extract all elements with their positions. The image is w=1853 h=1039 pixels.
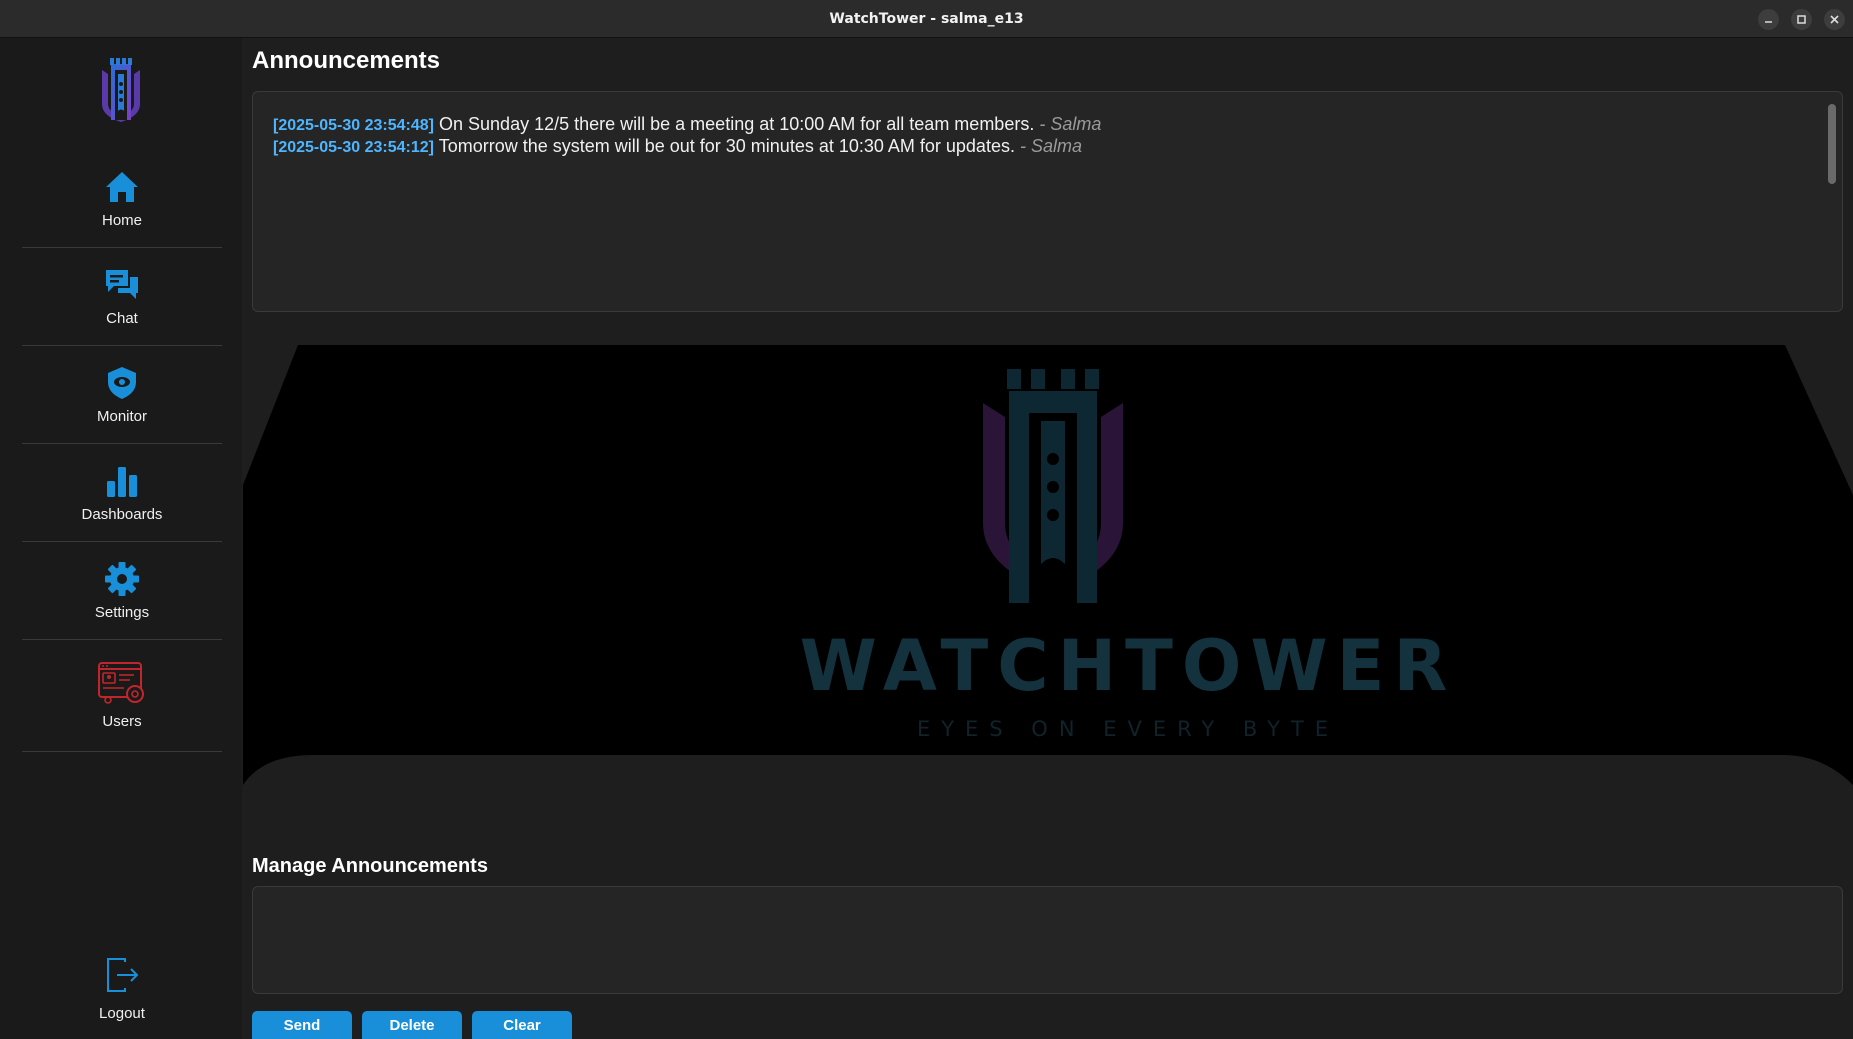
app-window: WatchTower - salma_e13 Home Chat Monitor… [0,0,1853,1039]
window-title: WatchTower - salma_e13 [829,10,1024,27]
maximize-icon [1797,15,1806,24]
announcement-text: On Sunday 12/5 there will be a meeting a… [439,114,1035,134]
announcement-item: [2025-05-30 23:54:12] Tomorrow the syste… [273,136,1101,158]
gear-icon [103,560,141,598]
close-icon [1830,15,1839,24]
maximize-button[interactable] [1791,9,1812,30]
delete-button[interactable]: Delete [362,1011,462,1039]
page-title: Announcements [252,47,441,74]
sidebar-item-label: Home [101,212,142,229]
announcement-author: - Salma [1039,114,1102,134]
announcement-author: - Salma [1019,136,1082,156]
app-logo [98,54,144,124]
announcements-list[interactable]: [2025-05-30 23:54:48] On Sunday 12/5 the… [252,91,1843,312]
bar-chart-icon [103,462,141,500]
logout-label: Logout [99,1005,145,1022]
shield-eye-icon [103,364,141,402]
sidebar-item-label: Dashboards [81,506,163,523]
sidebar-item-dashboards[interactable]: Dashboards [22,444,222,542]
minimize-button[interactable] [1758,9,1779,30]
sidebar: Home Chat Monitor Dashboards Settings Us… [0,38,242,1039]
announcements-scrollbar[interactable] [1828,104,1836,184]
logout-button[interactable]: Logout [22,956,222,1022]
sidebar-item-home[interactable]: Home [22,150,222,248]
announcement-text: Tomorrow the system will be out for 30 m… [438,136,1015,156]
sidebar-item-label: Monitor [96,408,148,425]
sidebar-nav: Home Chat Monitor Dashboards Settings Us… [22,150,222,752]
action-buttons: Send Delete Clear [252,1011,572,1039]
user-management-icon [98,661,146,707]
minimize-icon [1765,21,1772,23]
title-bar: WatchTower - salma_e13 [0,0,1853,38]
sidebar-item-label: Users [102,713,142,730]
sidebar-item-label: Chat [106,310,138,327]
main-content: Announcements [2025-05-30 23:54:48] On S… [243,38,1853,1039]
sidebar-item-label: Settings [94,604,150,621]
brand-tagline: EYES ON EVERY BYTE [916,717,1340,741]
announcement-input[interactable] [252,886,1843,994]
watchtower-logo [973,363,1133,603]
announcement-timestamp: [2025-05-30 23:54:12] [273,139,434,156]
watchtower-banner: WATCHTOWER EYES ON EVERY BYTE [243,345,1853,819]
close-button[interactable] [1824,9,1845,30]
announcement-timestamp: [2025-05-30 23:54:48] [273,117,434,134]
logout-icon [103,956,141,999]
home-icon [103,168,141,206]
window-controls [1758,9,1845,30]
sidebar-item-chat[interactable]: Chat [22,248,222,346]
sidebar-item-monitor[interactable]: Monitor [22,346,222,444]
sidebar-item-users[interactable]: Users [22,640,222,752]
sidebar-item-settings[interactable]: Settings [22,542,222,640]
send-button[interactable]: Send [252,1011,352,1039]
chat-icon [103,266,141,304]
brand-name: WATCHTOWER [799,625,1457,707]
clear-button[interactable]: Clear [472,1011,572,1039]
announcement-item: [2025-05-30 23:54:48] On Sunday 12/5 the… [273,114,1101,136]
manage-heading: Manage Announcements [252,855,488,877]
